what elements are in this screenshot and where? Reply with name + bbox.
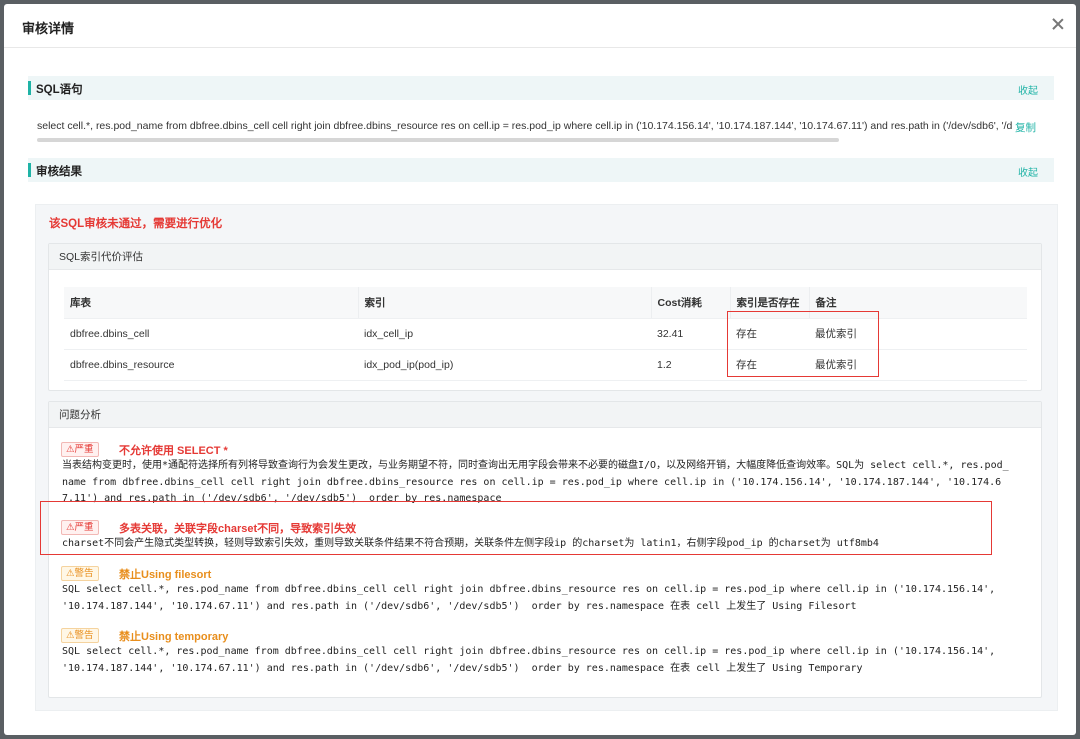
issue-analysis-card: 问题分析 ⚠严重 不允许使用 SELECT * 当表结构变更时，使用*通配符选择… [48,401,1042,698]
modal-header: 审核详情 [4,4,1076,48]
modal-title: 审核详情 [22,21,75,36]
close-icon[interactable] [1050,16,1066,32]
warning-badge: ⚠警告 [61,628,99,643]
table-cell: dbfree.dbins_resource [64,349,358,381]
audit-fail-message: 该SQL审核未通过，需要进行优化 [49,218,223,230]
column-header: Cost消耗 [651,287,731,319]
result-section-label: 审核结果 [36,166,82,178]
sql-statement: select cell.*, res.pod_name from dbfree.… [37,120,1012,132]
index-cost-title: SQL索引代价评估 [49,244,1041,270]
table-row: dbfree.dbins_cell idx_cell_ip 32.41 存在 最… [64,318,1027,350]
severity-badge: ⚠严重 [61,520,99,535]
result-collapse-link[interactable]: 收起 [1018,164,1038,179]
table-cell: 最优索引 [809,349,1027,381]
index-cost-card: SQL索引代价评估 库表 索引 Cost消耗 索引是否存在 备注 dbfree.… [48,243,1042,391]
sql-collapse-link[interactable]: 收起 [1018,82,1038,97]
sql-scrollbar-thumb[interactable] [37,138,839,142]
table-cell: idx_cell_ip [358,318,651,350]
column-header: 索引是否存在 [730,287,810,319]
issue-description: charset不同会产生隐式类型转换，轻则导致索引失效，重则导致关联条件结果不符… [62,538,879,549]
result-section-header: 审核结果 收起 [28,158,1054,182]
table-cell: idx_pod_ip(pod_ip) [358,349,651,381]
table-header-row: 库表 索引 Cost消耗 索引是否存在 备注 [64,287,1027,319]
column-header: 库表 [64,287,359,319]
issue-title: 不允许使用 SELECT * [119,445,228,457]
section-accent [28,163,31,177]
issue-description: SQL select cell.*, res.pod_name from dbf… [62,646,1002,674]
table-cell: 1.2 [651,349,730,381]
sql-section-header: SQL语句 收起 [28,76,1054,100]
issue-description: SQL select cell.*, res.pod_name from dbf… [62,584,1002,612]
index-cost-table: 库表 索引 Cost消耗 索引是否存在 备注 dbfree.dbins_cell… [64,287,1027,381]
copy-sql-link[interactable]: 复制 [1015,120,1036,135]
severity-badge: ⚠严重 [61,442,99,457]
table-cell: 存在 [730,349,809,381]
table-cell: 存在 [730,318,809,350]
section-accent [28,81,31,95]
sql-scrollbar[interactable] [37,138,1012,142]
issue-analysis-title: 问题分析 [49,402,1041,428]
table-cell: dbfree.dbins_cell [64,318,358,350]
issue-description: 当表结构变更时，使用*通配符选择所有列将导致查询行为会发生更改，与业务期望不符，… [62,460,1009,504]
warning-badge: ⚠警告 [61,566,99,581]
issue-title: 禁止Using filesort [119,569,212,581]
audit-detail-modal: 审核详情 SQL语句 收起 select cell.*, res.pod_nam… [4,4,1076,735]
column-header: 备注 [809,287,1027,319]
table-cell: 最优索引 [809,318,1027,350]
column-header: 索引 [358,287,652,319]
result-panel: 该SQL审核未通过，需要进行优化 SQL索引代价评估 库表 索引 Cost消耗 … [35,204,1058,711]
issue-title: 禁止Using temporary [119,631,229,643]
table-row: dbfree.dbins_resource idx_pod_ip(pod_ip)… [64,349,1027,381]
sql-section-label: SQL语句 [36,84,83,96]
issue-title: 多表关联，关联字段charset不同，导致索引失效 [119,523,357,535]
table-cell: 32.41 [651,318,730,350]
